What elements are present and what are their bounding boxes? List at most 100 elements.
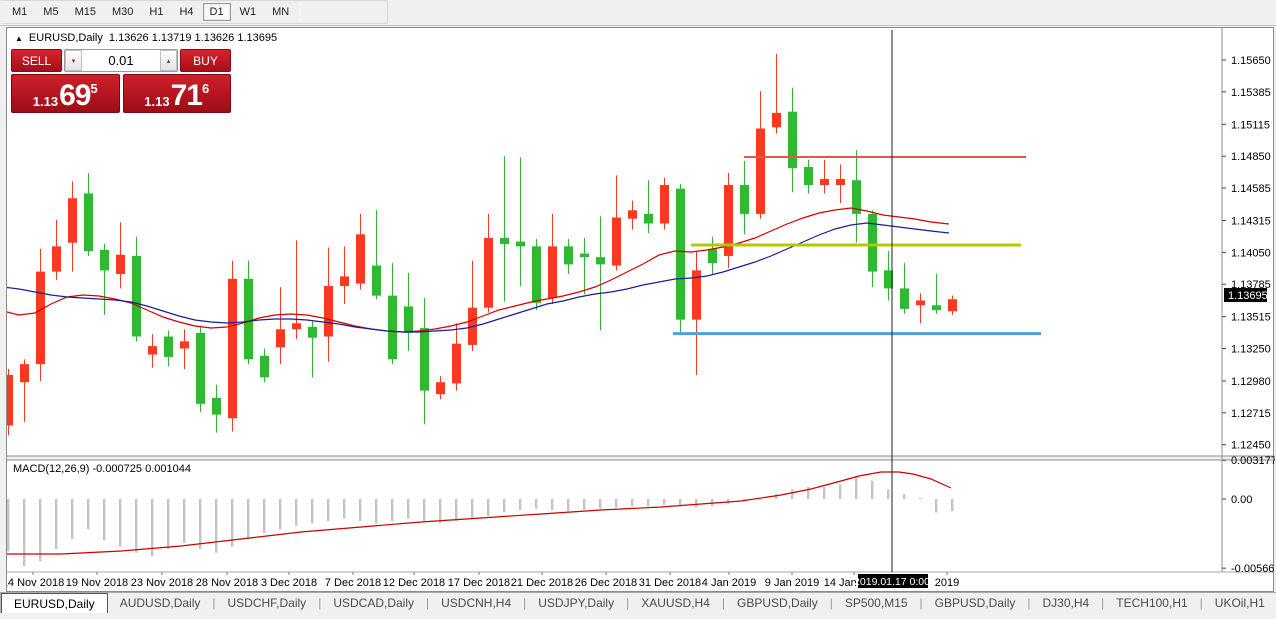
candle bbox=[436, 382, 445, 394]
sell-button[interactable]: SELL bbox=[11, 49, 62, 72]
macd-bar bbox=[103, 499, 105, 540]
candle bbox=[804, 167, 813, 185]
chart-tab-usdcad-daily[interactable]: USDCAD,Daily bbox=[321, 593, 426, 613]
date-axis-label: 4 Jan 2019 bbox=[702, 577, 756, 589]
timeframe-button-d1[interactable]: D1 bbox=[203, 3, 231, 21]
date-axis-label: 9 Jan 2019 bbox=[765, 577, 819, 589]
macd-bar bbox=[647, 499, 649, 506]
macd-bar bbox=[775, 494, 777, 499]
macd-bar bbox=[663, 499, 665, 505]
chart-tab-usdchf-daily[interactable]: USDCHF,Daily bbox=[216, 593, 319, 613]
macd-bar bbox=[215, 499, 217, 553]
macd-bar bbox=[7, 499, 9, 551]
timeframe-button-h1[interactable]: H1 bbox=[142, 3, 170, 21]
chart-tab-gbpusd-daily[interactable]: GBPUSD,Daily bbox=[923, 593, 1028, 613]
macd-bar bbox=[359, 499, 361, 521]
sell-price-display[interactable]: 1.13 69 5 bbox=[11, 74, 120, 113]
buy-button[interactable]: BUY bbox=[180, 49, 231, 72]
macd-bar bbox=[791, 489, 793, 499]
volume-decrease-button[interactable]: ▾ bbox=[65, 50, 82, 71]
macd-bar bbox=[87, 499, 89, 530]
price-axis-label: 1.15650 bbox=[1231, 55, 1271, 67]
buy-price-prefix: 1.13 bbox=[144, 95, 169, 109]
candle bbox=[148, 346, 157, 354]
candle bbox=[548, 246, 557, 298]
chart-tab-xauusd-h4[interactable]: XAUUSD,H4 bbox=[629, 593, 722, 613]
date-axis-label: 7 Dec 2018 bbox=[325, 577, 381, 589]
chart-title: ▲ EURUSD,Daily 1.13626 1.13719 1.13626 1… bbox=[15, 32, 277, 44]
candle bbox=[212, 398, 221, 415]
volume-input[interactable]: 0.01 bbox=[82, 50, 160, 71]
macd-bar bbox=[135, 499, 137, 553]
candle bbox=[868, 214, 877, 272]
ma-slow-line bbox=[7, 223, 949, 332]
timeframe-button-w1[interactable]: W1 bbox=[233, 3, 264, 21]
macd-bar bbox=[583, 499, 585, 510]
macd-bar bbox=[631, 499, 633, 506]
timeframe-toolbar: M1M5M15M30H1H4D1W1MN bbox=[0, 0, 1276, 26]
chart-tab-sp500-m15[interactable]: SP500,M15 bbox=[833, 593, 920, 613]
macd-bar bbox=[887, 489, 889, 499]
timeframe-button-m15[interactable]: M15 bbox=[68, 3, 103, 21]
current-price-label: 1.13695 bbox=[1228, 290, 1268, 302]
macd-axis-label: -0.005667 bbox=[1231, 563, 1275, 575]
price-axis-label: 1.13515 bbox=[1231, 312, 1271, 324]
chart-tab-dj30-h4[interactable]: DJ30,H4 bbox=[1030, 593, 1101, 613]
candle bbox=[228, 279, 237, 418]
candle bbox=[516, 242, 525, 247]
macd-bar bbox=[423, 499, 425, 521]
macd-bar bbox=[183, 499, 185, 543]
chart-window[interactable]: 1.156501.153851.151151.148501.145851.143… bbox=[6, 27, 1274, 592]
chart-tab-usdjpy-daily[interactable]: USDJPY,Daily bbox=[526, 593, 626, 613]
price-axis-label: 1.12980 bbox=[1231, 376, 1271, 388]
date-axis-label: 3 Dec 2018 bbox=[261, 577, 317, 589]
macd-bar bbox=[71, 499, 73, 539]
date-axis-label: 28 Nov 2018 bbox=[196, 577, 258, 589]
collapse-arrow-icon[interactable]: ▲ bbox=[15, 34, 23, 43]
chart-tab-tech100-h1[interactable]: TECH100,H1 bbox=[1104, 593, 1199, 613]
chart-tab-audusd-daily[interactable]: AUDUSD,Daily bbox=[108, 593, 213, 613]
date-axis-label: 17 Dec 2018 bbox=[448, 577, 510, 589]
date-axis-label: 14 Nov 2018 bbox=[7, 577, 64, 589]
chart-tab-eurusd-daily[interactable]: EURUSD,Daily bbox=[1, 593, 108, 613]
trading-app: M1M5M15M30H1H4D1W1MN 1.156501.153851.151… bbox=[0, 0, 1276, 619]
macd-bar bbox=[519, 499, 521, 510]
candle bbox=[116, 255, 125, 274]
timeframe-button-m1[interactable]: M1 bbox=[5, 3, 34, 21]
timeframe-button-m30[interactable]: M30 bbox=[105, 3, 140, 21]
date-axis-label: 2019 bbox=[935, 577, 959, 589]
candle bbox=[52, 246, 61, 271]
candle bbox=[308, 327, 317, 338]
sell-price-pip: 5 bbox=[90, 77, 97, 101]
price-axis-label: 1.13250 bbox=[1231, 344, 1271, 356]
price-axis-label: 1.14050 bbox=[1231, 247, 1271, 259]
macd-bar bbox=[503, 499, 505, 512]
macd-axis-label: 0.00 bbox=[1231, 494, 1252, 506]
timeframe-button-h4[interactable]: H4 bbox=[172, 3, 200, 21]
timeframe-button-m5[interactable]: M5 bbox=[36, 3, 65, 21]
candle bbox=[644, 214, 653, 224]
chart-tab-gbpusd-daily[interactable]: GBPUSD,Daily bbox=[725, 593, 830, 613]
buy-price-display[interactable]: 1.13 71 6 bbox=[123, 74, 232, 113]
crosshair-date-label: 2019.01.17 0:00 bbox=[854, 576, 930, 588]
volume-increase-button[interactable]: ▴ bbox=[160, 50, 177, 71]
candle bbox=[580, 254, 589, 258]
chart-tabs-bar: EURUSD,DailyAUDUSD,Daily|USDCHF,Daily|US… bbox=[0, 592, 1276, 619]
candle bbox=[916, 300, 925, 305]
price-axis-label: 1.12450 bbox=[1231, 440, 1271, 452]
price-axis-label: 1.15115 bbox=[1231, 119, 1270, 131]
pane-splitter[interactable] bbox=[7, 456, 1273, 460]
macd-bar bbox=[935, 499, 937, 512]
macd-bar bbox=[823, 487, 825, 499]
macd-bar bbox=[871, 481, 873, 499]
candle bbox=[532, 246, 541, 303]
macd-bar bbox=[535, 499, 537, 509]
candle bbox=[20, 364, 29, 382]
macd-bar bbox=[439, 499, 441, 523]
candle bbox=[756, 129, 765, 214]
chart-tab-ukoil-h1[interactable]: UKOil,H1 bbox=[1203, 593, 1276, 613]
buy-price-pip: 6 bbox=[202, 77, 209, 101]
macd-signal-line bbox=[7, 472, 951, 554]
chart-tab-usdcnh-h4[interactable]: USDCNH,H4 bbox=[429, 593, 523, 613]
timeframe-button-mn[interactable]: MN bbox=[265, 3, 296, 21]
